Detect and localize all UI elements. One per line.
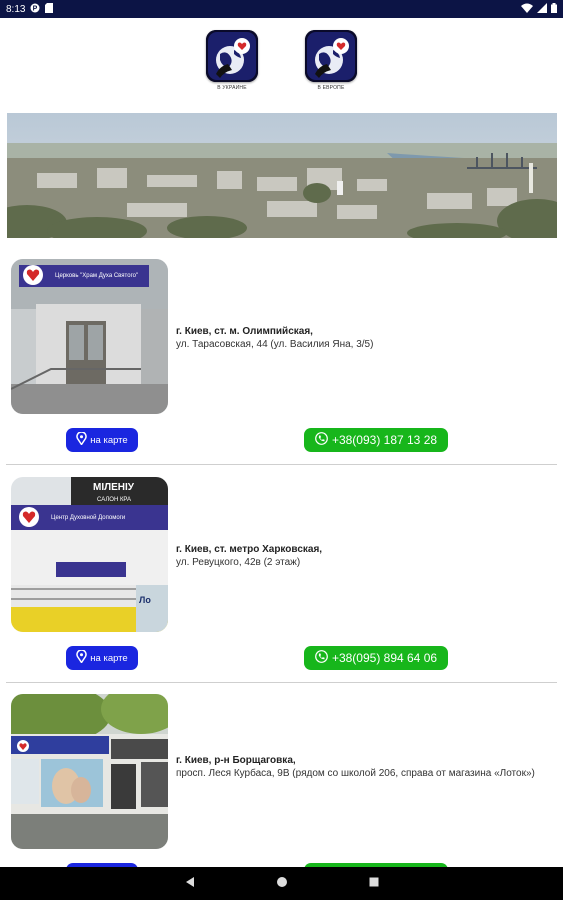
home-icon[interactable]: [276, 875, 288, 893]
app-icons-row: В УКРАИНЕ В ЕВРОПЕ: [0, 30, 563, 100]
status-time: 8:13: [6, 3, 26, 15]
location-city: г. Киев, ст. метро Харковская,: [176, 544, 323, 555]
app-ukraine-label: В УКРАИНЕ: [217, 85, 247, 91]
map-button[interactable]: на карте: [66, 428, 138, 452]
divider: [6, 464, 557, 465]
location-photo: МІЛЕНІУ САЛОН КРА Центр Духовной Допомог…: [11, 477, 168, 632]
kyiv-panorama-banner: [7, 113, 557, 238]
phone-button[interactable]: +38(095) 894 64 06: [304, 646, 448, 670]
signal-icon: [537, 2, 547, 16]
sign-top-text: МІЛЕНІУ: [93, 482, 135, 493]
location-photo: [11, 694, 168, 849]
recents-icon[interactable]: [368, 875, 380, 893]
location-info: г. Киев, ст. метро Харковская, ул. Ревуц…: [176, 543, 546, 569]
location-photo: Церковь "Храм Духа Святого": [11, 259, 168, 414]
phone-number: +38(093) 187 13 28: [331, 433, 438, 447]
location-city: г. Киев, р-н Борщаговка,: [176, 755, 296, 766]
location-info: г. Киев, р-н Борщаговка, просп. Леся Кур…: [176, 754, 546, 780]
location-address: просп. Леся Курбаса, 9В (рядом со школой…: [176, 768, 535, 779]
battery-icon: [551, 2, 557, 16]
location-city: г. Киев, ст. м. Олимпийская,: [176, 326, 313, 337]
sign-text: Церковь "Храм Духа Святого": [55, 273, 138, 279]
map-button-label: на карте: [90, 434, 128, 446]
phone-number: +38(095) 894 64 06: [331, 651, 438, 665]
location-address: ул. Ревуцкого, 42в (2 этаж): [176, 557, 301, 568]
map-button[interactable]: на карте: [66, 646, 138, 670]
navigation-bar: [0, 867, 563, 900]
church-globe-icon[interactable]: [305, 30, 357, 82]
map-pin-icon: [76, 431, 88, 448]
phone-icon: [315, 650, 328, 666]
divider: [6, 682, 557, 683]
back-icon[interactable]: [184, 875, 196, 893]
wifi-icon: [521, 3, 533, 16]
app-europe[interactable]: В ЕВРОПЕ: [296, 30, 366, 91]
app-europe-label: В ЕВРОПЕ: [317, 85, 345, 91]
map-button-label: на карте: [90, 652, 128, 664]
app-ukraine[interactable]: В УКРАИНЕ: [197, 30, 267, 91]
sign-top2-text: САЛОН КРА: [97, 497, 131, 503]
svg-text:Ло: Ло: [139, 595, 151, 605]
location-address: ул. Тарасовская, 44 (ул. Василия Яна, 3/…: [176, 339, 374, 350]
map-pin-icon: [76, 649, 88, 666]
svg-text:P: P: [33, 5, 38, 12]
location-info: г. Киев, ст. м. Олимпийская, ул. Тарасов…: [176, 325, 546, 351]
phone-icon: [315, 432, 328, 448]
sign-text: Центр Духовной Допомоги: [51, 514, 125, 521]
notification-icon: P: [30, 3, 40, 16]
church-globe-icon[interactable]: [206, 30, 258, 82]
phone-button[interactable]: +38(093) 187 13 28: [304, 428, 448, 452]
status-bar: 8:13 P: [0, 0, 563, 18]
sd-card-icon: [45, 2, 54, 16]
